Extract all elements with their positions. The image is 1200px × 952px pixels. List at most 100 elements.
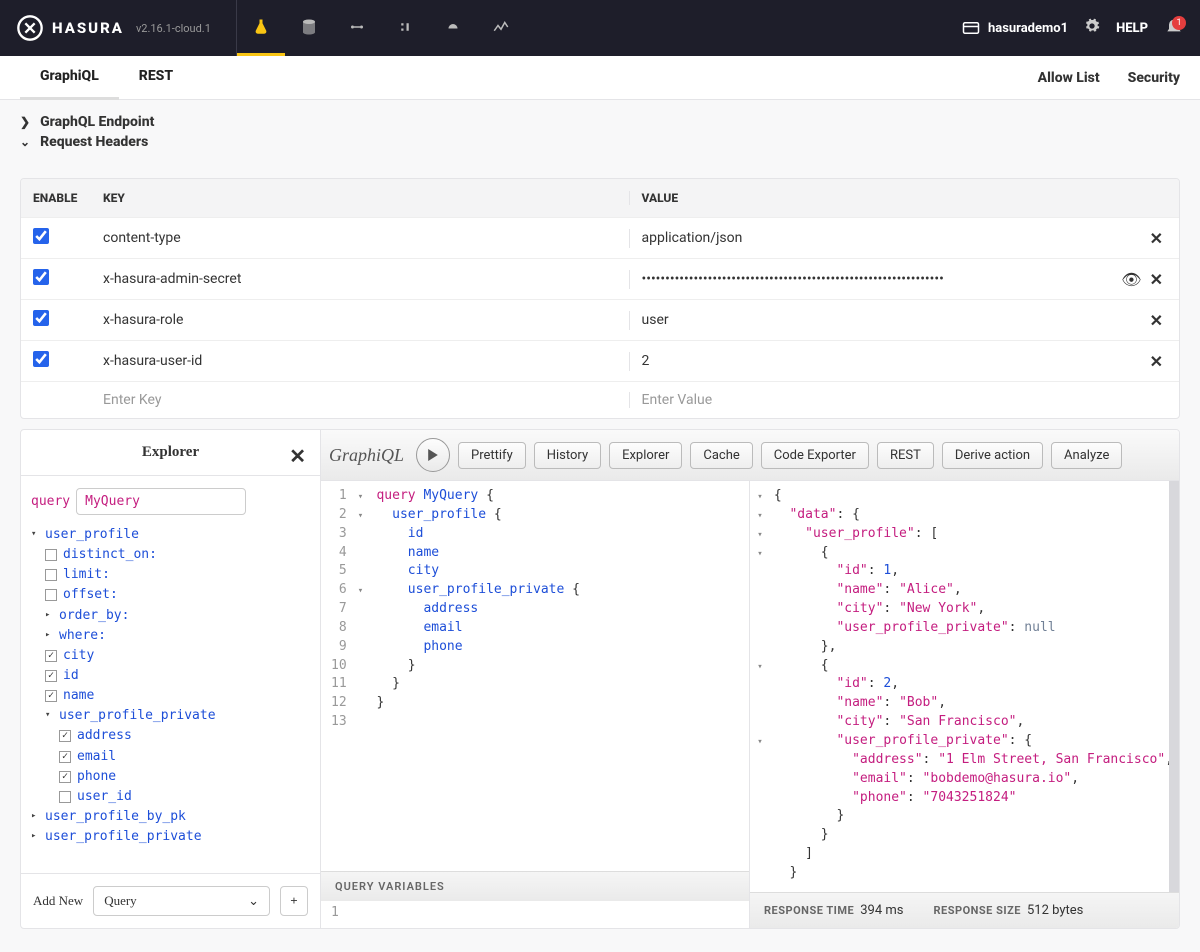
header-key[interactable]: content-type: [103, 230, 629, 246]
header-value[interactable]: 2✕: [629, 352, 1168, 371]
graphiql-toolbar: GraphiQL PrettifyHistoryExplorerCacheCod…: [321, 430, 1179, 481]
header-value[interactable]: ••••••••••••••••••••••••••••••••••••••••…: [629, 270, 1168, 289]
header-enable-checkbox[interactable]: [33, 351, 49, 367]
field-checkbox[interactable]: [45, 650, 57, 662]
tree-item[interactable]: ▸order_by:: [31, 606, 310, 626]
col-value-header: VALUE: [629, 191, 1168, 205]
remove-header-button[interactable]: ✕: [1146, 352, 1167, 371]
logo[interactable]: HASURA v2.16.1-cloud.1: [16, 14, 236, 42]
tree-label: name: [63, 686, 94, 706]
response-size-label: RESPONSE SIZE: [933, 904, 1021, 917]
user-name: hasurademo1: [988, 21, 1068, 36]
col-key-header: KEY: [103, 191, 629, 205]
response-time-value: 394 ms: [860, 903, 903, 918]
header-value[interactable]: application/json✕: [629, 229, 1168, 248]
security-link[interactable]: Security: [1128, 70, 1180, 86]
monitoring-icon[interactable]: [477, 0, 525, 56]
header-key[interactable]: x-hasura-admin-secret: [103, 271, 629, 287]
tree-item[interactable]: distinct_on:: [31, 545, 310, 565]
expand-icon: ▸: [31, 830, 41, 844]
remove-header-button[interactable]: ✕: [1146, 229, 1167, 248]
header-enable-checkbox[interactable]: [33, 310, 49, 326]
tree-label: user_id: [77, 787, 132, 807]
tree-item[interactable]: name: [31, 686, 310, 706]
tree-item[interactable]: user_id: [31, 787, 310, 807]
user-menu[interactable]: hasurademo1: [962, 21, 1068, 36]
tree-label: limit:: [63, 565, 110, 585]
database-icon[interactable]: [285, 0, 333, 56]
eye-icon[interactable]: 👁: [1121, 270, 1141, 289]
top-nav: HASURA v2.16.1-cloud.1 hasurademo1 HELP …: [0, 0, 1200, 56]
tree-label: offset:: [63, 585, 118, 605]
derive-action-button[interactable]: Derive action: [942, 442, 1043, 469]
tab-graphiql[interactable]: GraphiQL: [20, 56, 119, 100]
header-key[interactable]: x-hasura-role: [103, 312, 629, 328]
field-checkbox[interactable]: [45, 549, 57, 561]
query-keyword: query: [31, 494, 70, 509]
field-checkbox[interactable]: [59, 771, 71, 783]
events-icon[interactable]: [429, 0, 477, 56]
tree-label: where:: [59, 626, 106, 646]
header-value[interactable]: user✕: [629, 311, 1168, 330]
close-icon[interactable]: ✕: [289, 444, 306, 469]
tree-item[interactable]: email: [31, 747, 310, 767]
header-enable-checkbox[interactable]: [33, 269, 49, 285]
endpoint-label: GraphQL Endpoint: [40, 114, 154, 130]
remove-header-button[interactable]: ✕: [1146, 311, 1167, 330]
tree-label: city: [63, 646, 94, 666]
run-button[interactable]: [416, 438, 450, 472]
actions-icon[interactable]: [333, 0, 381, 56]
field-checkbox[interactable]: [45, 569, 57, 581]
tree-item[interactable]: city: [31, 646, 310, 666]
endpoint-section-toggle[interactable]: ❯ GraphQL Endpoint: [20, 114, 1180, 130]
explorer-title: Explorer: [142, 444, 199, 460]
allow-list-link[interactable]: Allow List: [1038, 70, 1100, 86]
tree-label: email: [77, 747, 116, 767]
tree-item[interactable]: ▸where:: [31, 626, 310, 646]
tree-item[interactable]: ▸ user_profile_private: [31, 827, 310, 847]
tree-item[interactable]: address: [31, 726, 310, 746]
tab-rest[interactable]: REST: [119, 56, 193, 100]
code-exporter-button[interactable]: Code Exporter: [761, 442, 869, 469]
tree-item[interactable]: limit:: [31, 565, 310, 585]
field-checkbox[interactable]: [45, 589, 57, 601]
field-checkbox[interactable]: [45, 670, 57, 682]
header-row: x-hasura-user-id2✕: [21, 340, 1179, 381]
prettify-button[interactable]: Prettify: [458, 442, 526, 469]
add-new-select[interactable]: Query ⌄: [93, 886, 270, 916]
header-value-input[interactable]: Enter Value: [629, 392, 1168, 408]
headers-section-toggle[interactable]: ⌄ Request Headers: [20, 134, 1180, 150]
gear-icon[interactable]: [1084, 18, 1100, 38]
history-button[interactable]: History: [534, 442, 601, 469]
rest-button[interactable]: REST: [877, 442, 934, 469]
query-editor[interactable]: 1 ▾2 ▾3 4 5 6 ▾7 8 9 10 11 12 13 query M…: [321, 481, 750, 928]
header-key[interactable]: x-hasura-user-id: [103, 353, 629, 369]
cache-button[interactable]: Cache: [690, 442, 752, 469]
query-name-input[interactable]: [76, 488, 246, 515]
remote-schema-icon[interactable]: [381, 0, 429, 56]
add-new-button[interactable]: +: [280, 886, 308, 916]
result-body[interactable]: ▾ {▾ "data": {▾ "user_profile": [▾ { "id…: [750, 481, 1179, 892]
tree-item[interactable]: ▾user_profile_private: [31, 706, 310, 726]
remove-header-button[interactable]: ✕: [1146, 270, 1167, 289]
tree-item[interactable]: ▾user_profile: [31, 525, 310, 545]
bell-icon[interactable]: 1: [1164, 18, 1184, 38]
query-variables-toggle[interactable]: QUERY VARIABLES: [321, 871, 749, 901]
tree-item[interactable]: phone: [31, 767, 310, 787]
tree-item[interactable]: offset:: [31, 585, 310, 605]
header-key-input[interactable]: Enter Key: [103, 392, 629, 408]
explorer-button[interactable]: Explorer: [609, 442, 682, 469]
field-checkbox[interactable]: [45, 690, 57, 702]
field-checkbox[interactable]: [59, 751, 71, 763]
header-row: content-typeapplication/json✕: [21, 217, 1179, 258]
header-enable-checkbox[interactable]: [33, 228, 49, 244]
tree-item[interactable]: ▸user_profile_by_pk: [31, 807, 310, 827]
field-checkbox[interactable]: [59, 791, 71, 803]
analyze-button[interactable]: Analyze: [1051, 442, 1122, 469]
help-link[interactable]: HELP: [1116, 21, 1148, 36]
field-checkbox[interactable]: [59, 730, 71, 742]
tree-label: user_profile_private: [45, 827, 202, 847]
tree-label: user_profile: [45, 525, 139, 545]
flask-icon[interactable]: [237, 0, 285, 56]
tree-item[interactable]: id: [31, 666, 310, 686]
